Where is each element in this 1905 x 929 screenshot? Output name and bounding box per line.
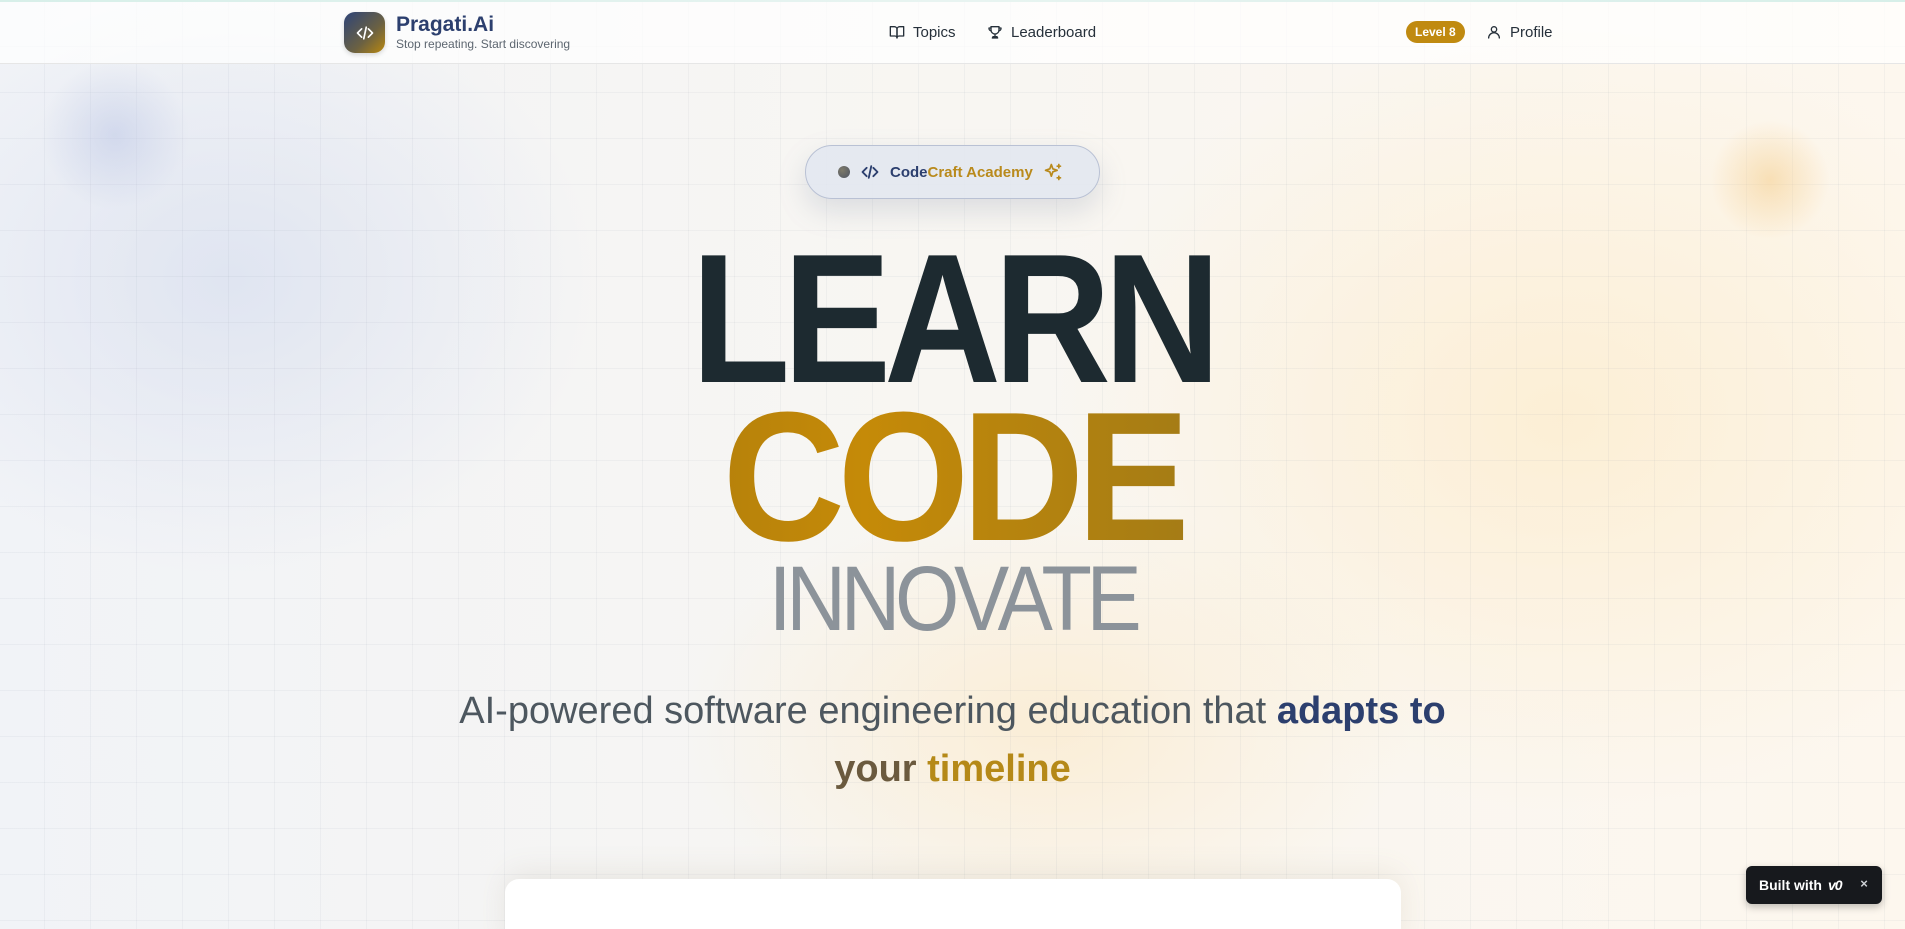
academy-pill: CodeCraft Academy bbox=[805, 145, 1100, 199]
nav-leaderboard-label: Leaderboard bbox=[1011, 23, 1097, 41]
built-with-badge[interactable]: Built with v0 × bbox=[1746, 866, 1882, 904]
brand-tagline: Stop repeating. Start discovering bbox=[396, 37, 571, 51]
nav-profile-label: Profile bbox=[1510, 23, 1553, 41]
brand-name: Pragati.Ai bbox=[396, 13, 495, 36]
subtitle-highlight-adapts: adapts to bbox=[1276, 690, 1446, 732]
nav-leaderboard[interactable]: Leaderboard bbox=[987, 22, 1096, 42]
sparkles-icon bbox=[1044, 163, 1062, 181]
top-navbar: Pragati.Ai Stop repeating. Start discove… bbox=[0, 0, 1905, 64]
nav-topics[interactable]: Topics bbox=[889, 22, 956, 42]
v0-logo: v0 bbox=[1828, 877, 1843, 893]
decorative-blob-left bbox=[40, 60, 190, 210]
decorative-blob-right bbox=[1710, 120, 1830, 240]
nav-topics-label: Topics bbox=[913, 23, 956, 41]
academy-name-part1: Code bbox=[890, 163, 928, 181]
user-icon bbox=[1488, 26, 1500, 39]
subtitle-highlight-timeline: timeline bbox=[927, 748, 1071, 790]
subtitle-text: AI-powered software engineering educatio… bbox=[459, 690, 1277, 732]
nav-profile[interactable]: Profile bbox=[1486, 22, 1553, 42]
trophy-icon bbox=[988, 26, 1002, 39]
status-dot bbox=[838, 166, 850, 178]
app-logo[interactable] bbox=[344, 12, 385, 53]
book-icon bbox=[889, 26, 905, 39]
close-icon[interactable]: × bbox=[1856, 876, 1872, 892]
code-icon bbox=[356, 25, 373, 40]
accent-top-line bbox=[0, 0, 1905, 2]
brand[interactable]: Pragati.Ai Stop repeating. Start discove… bbox=[396, 13, 570, 51]
level-badge: Level 8 bbox=[1406, 21, 1465, 43]
hero-code: CODE bbox=[76, 384, 1829, 568]
code-icon bbox=[861, 165, 879, 179]
built-with-label: Built with bbox=[1759, 877, 1822, 893]
content-card bbox=[505, 879, 1401, 929]
academy-name: CodeCraft Academy bbox=[890, 164, 1033, 181]
academy-name-part2: Craft Academy bbox=[927, 163, 1033, 181]
hero-subtitle: AI-powered software engineering educatio… bbox=[440, 682, 1465, 798]
subtitle-highlight-your: your bbox=[834, 748, 928, 790]
hero-innovate: INNOVATE bbox=[768, 548, 1142, 650]
